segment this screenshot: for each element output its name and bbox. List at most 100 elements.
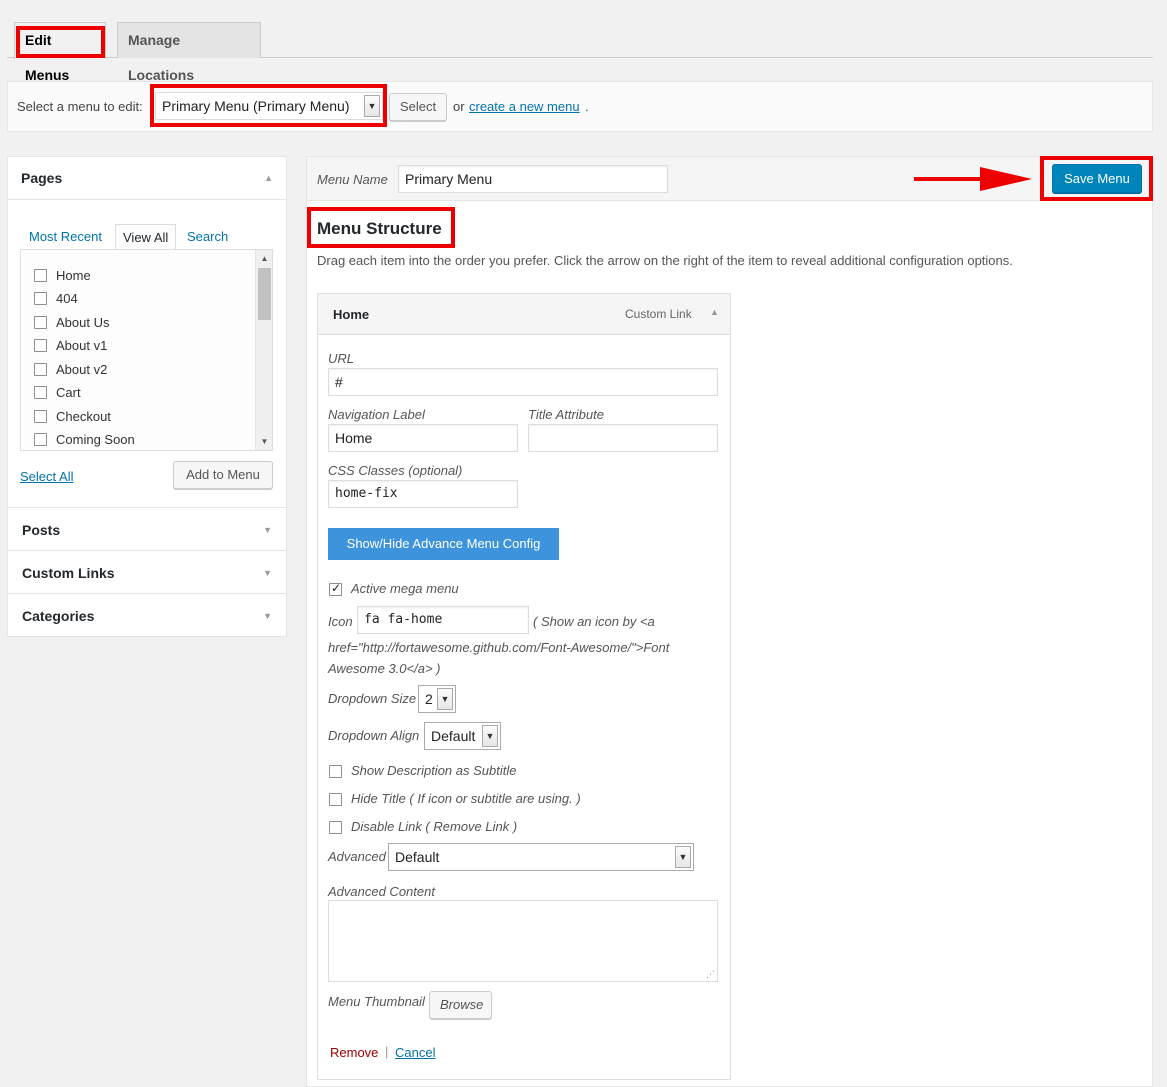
icon-value: fa fa-home — [364, 612, 443, 627]
scroll-down-icon[interactable]: ▼ — [256, 433, 272, 450]
url-value: # — [335, 374, 343, 390]
browse-button[interactable]: Browse — [429, 991, 492, 1019]
tab-most-recent[interactable]: Most Recent — [22, 224, 109, 250]
dropdown-align-value: Default — [431, 728, 476, 744]
page-label: 404 — [56, 291, 78, 306]
css-classes-input[interactable]: home-fix — [328, 480, 518, 508]
menu-item-handle[interactable]: Home Custom Link ▲ — [317, 293, 731, 335]
pages-list[interactable]: Home 404 About Us About v1 About v2 Cart… — [20, 249, 273, 451]
or-text: or — [453, 99, 465, 114]
checkbox[interactable] — [34, 363, 47, 376]
list-item[interactable]: Cart — [34, 384, 81, 402]
page-label: About Us — [56, 315, 110, 330]
checkbox[interactable] — [34, 269, 47, 282]
page-label: About v2 — [56, 362, 108, 377]
checkbox[interactable] — [34, 386, 47, 399]
checkbox-box — [329, 793, 342, 806]
checkbox[interactable] — [34, 410, 47, 423]
menu-name-label: Menu Name — [317, 172, 388, 187]
checkbox-box — [329, 765, 342, 778]
icon-input[interactable]: fa fa-home — [357, 606, 529, 634]
url-label: URL — [328, 351, 355, 366]
posts-section[interactable]: Posts ▼ — [7, 507, 287, 551]
scroll-up-icon[interactable]: ▲ — [256, 250, 272, 267]
disable-link-checkbox[interactable] — [329, 820, 351, 835]
list-item[interactable]: Checkout — [34, 408, 111, 426]
show-description-checkbox[interactable] — [329, 764, 351, 779]
scrollbar-thumb[interactable] — [258, 268, 271, 320]
dropdown-align-label: Dropdown Align — [328, 728, 420, 743]
advanced-content-textarea[interactable]: ⋰ — [328, 900, 718, 982]
hide-title-label: Hide Title ( If icon or subtitle are usi… — [351, 791, 581, 806]
scrollbar[interactable]: ▲ ▼ — [255, 250, 272, 450]
custom-links-section[interactable]: Custom Links ▼ — [7, 550, 287, 594]
select-button[interactable]: Select — [389, 93, 447, 121]
list-item[interactable]: About v2 — [34, 361, 107, 379]
menu-select[interactable]: Primary Menu (Primary Menu) ▼ — [155, 92, 383, 120]
tab-search[interactable]: Search — [180, 224, 235, 250]
checkbox[interactable] — [34, 316, 47, 329]
page-label: Checkout — [56, 409, 111, 424]
cancel-link[interactable]: Cancel — [395, 1045, 435, 1060]
advanced-content-label: Advanced Content — [328, 884, 435, 899]
menu-structure-title: Menu Structure — [317, 219, 442, 238]
chevron-down-icon: ▼ — [437, 688, 453, 710]
dropdown-size-select[interactable]: 2 ▼ — [418, 685, 456, 713]
url-input[interactable]: # — [328, 368, 718, 396]
chevron-down-icon: ▼ — [364, 95, 380, 117]
dropdown-align-select[interactable]: Default ▼ — [424, 722, 501, 750]
show-hide-advance-config-button[interactable]: Show/Hide Advance Menu Config — [328, 528, 559, 560]
remove-link[interactable]: Remove — [330, 1045, 378, 1060]
title-attribute-input[interactable] — [528, 424, 718, 452]
pages-header[interactable]: Pages ▲ — [7, 156, 287, 200]
period-text: . — [585, 99, 589, 114]
menu-name-value: Primary Menu — [405, 171, 493, 187]
collapse-up-icon[interactable]: ▲ — [710, 307, 719, 317]
menu-select-value: Primary Menu (Primary Menu) — [162, 98, 350, 114]
menu-thumbnail-label: Menu Thumbnail — [328, 994, 425, 1009]
icon-help-line-2: href="http://fortawesome.github.com/Font… — [328, 640, 670, 655]
navigation-label-label: Navigation Label — [328, 407, 425, 422]
categories-section[interactable]: Categories ▼ — [7, 593, 287, 637]
navigation-label-input[interactable]: Home — [328, 424, 518, 452]
menu-structure-description: Drag each item into the order you prefer… — [317, 253, 1013, 268]
tab-view-all[interactable]: View All — [115, 224, 177, 250]
list-item[interactable]: Coming Soon — [34, 431, 135, 449]
css-classes-value: home-fix — [335, 486, 398, 501]
active-mega-checkbox[interactable] — [329, 581, 351, 597]
show-description-label: Show Description as Subtitle — [351, 763, 517, 778]
page-label: Cart — [56, 385, 81, 400]
chevron-down-icon: ▼ — [482, 725, 498, 747]
icon-label: Icon — [328, 614, 353, 629]
dropdown-size-label: Dropdown Size — [328, 691, 417, 706]
advanced-select[interactable]: Default ▼ — [388, 843, 694, 871]
checkbox[interactable] — [34, 433, 47, 446]
active-mega-label: Active mega menu — [351, 581, 459, 596]
checkbox[interactable] — [34, 339, 47, 352]
tab-edit-menus[interactable]: Edit Menus — [14, 22, 106, 83]
checkbox[interactable] — [34, 292, 47, 305]
list-item[interactable]: Home — [34, 267, 91, 285]
resize-grip-icon[interactable]: ⋰ — [706, 969, 715, 980]
select-all-link[interactable]: Select All — [20, 469, 73, 484]
link-separator: | — [385, 1044, 389, 1059]
list-item[interactable]: About Us — [34, 314, 109, 332]
page-label: About v1 — [56, 338, 108, 353]
menu-item-type: Custom Link — [625, 307, 692, 321]
tab-manage-locations[interactable]: Manage Locations — [117, 22, 261, 83]
menu-item-title: Home — [333, 307, 370, 322]
collapse-up-icon: ▲ — [264, 173, 273, 183]
menu-name-input[interactable]: Primary Menu — [398, 165, 668, 193]
save-menu-button[interactable]: Save Menu — [1052, 164, 1142, 193]
disable-link-label: Disable Link ( Remove Link ) — [351, 819, 518, 834]
dropdown-size-value: 2 — [425, 691, 433, 707]
list-item[interactable]: About v1 — [34, 337, 107, 355]
icon-help-line-1: ( Show an icon by <a — [533, 614, 655, 629]
hide-title-checkbox[interactable] — [329, 792, 351, 807]
add-to-menu-button[interactable]: Add to Menu — [173, 461, 273, 489]
pages-title: Pages — [21, 170, 63, 186]
list-item[interactable]: 404 — [34, 290, 78, 308]
create-new-menu-link[interactable]: create a new menu — [469, 99, 580, 114]
advanced-value: Default — [395, 849, 440, 865]
expand-down-icon: ▼ — [263, 568, 272, 578]
